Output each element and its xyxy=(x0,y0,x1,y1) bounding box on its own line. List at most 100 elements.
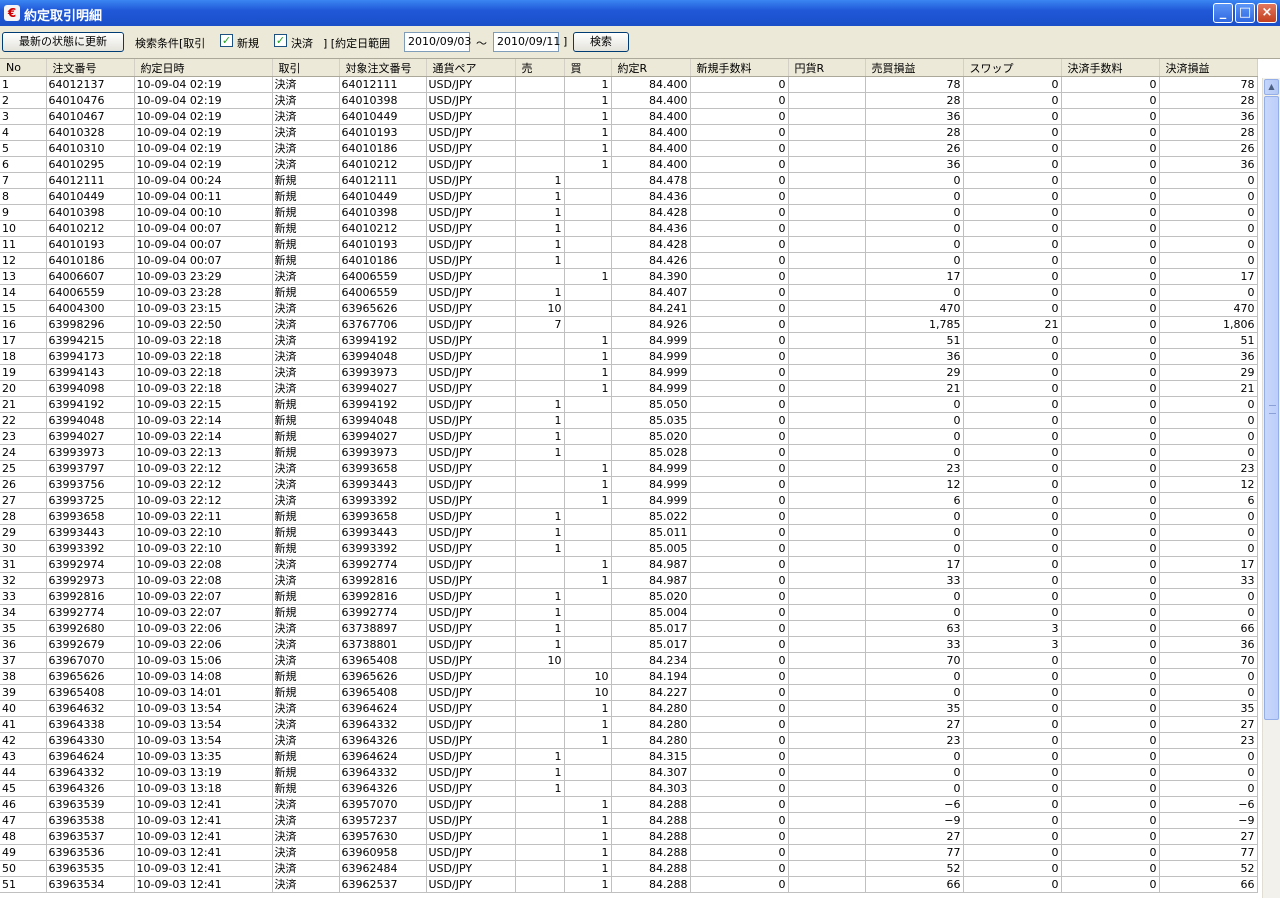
table-row[interactable]: 14 64006559 10-09-03 23:28 新規 64006559 USD/JP… xyxy=(0,284,1258,301)
new-checkbox[interactable]: ✓ xyxy=(220,34,233,47)
table-row[interactable]: 2 64010476 10-09-04 02:19 決済 64010398 USD/JPY… xyxy=(0,92,1258,109)
table-row[interactable]: 16 63998296 10-09-03 22:50 決済 63767706 USD/JP… xyxy=(0,316,1258,333)
column-header[interactable]: 売 xyxy=(515,59,565,77)
column-header[interactable]: 売買損益 xyxy=(865,59,964,77)
table-cell: 29 xyxy=(865,364,964,381)
table-cell: 0 xyxy=(865,780,964,797)
date-to-field[interactable]: 2010/09/11 xyxy=(493,32,560,52)
table-row[interactable]: 49 63963536 10-09-03 12:41 決済 63960958 USD/JP… xyxy=(0,844,1258,861)
table-cell: 1 xyxy=(564,796,612,813)
table-row[interactable]: 29 63993443 10-09-03 22:10 新規 63993443 USD/JP… xyxy=(0,524,1258,541)
table-row[interactable]: 13 64006607 10-09-03 23:29 決済 64006559 USD/JP… xyxy=(0,268,1258,285)
table-row[interactable]: 3 64010467 10-09-04 02:19 決済 64010449 USD/JPY… xyxy=(0,108,1258,125)
scroll-thumb[interactable] xyxy=(1264,96,1279,720)
table-row[interactable]: 25 63993797 10-09-03 22:12 決済 63993658 USD/JP… xyxy=(0,460,1258,477)
close-button[interactable]: × xyxy=(1257,3,1277,23)
column-header[interactable]: 通貨ペア xyxy=(426,59,516,77)
settle-checkbox[interactable]: ✓ xyxy=(274,34,287,47)
table-row[interactable]: 30 63993392 10-09-03 22:10 新規 63993392 USD/JP… xyxy=(0,540,1258,557)
column-header[interactable]: 注文番号 xyxy=(46,59,135,77)
table-row[interactable]: 9 64010398 10-09-04 00:10 新規 64010398 USD/JPY… xyxy=(0,204,1258,221)
table-cell: 21 xyxy=(865,380,964,397)
table-row[interactable]: 17 63994215 10-09-03 22:18 決済 63994192 USD/JP… xyxy=(0,332,1258,349)
table-row[interactable]: 10 64010212 10-09-04 00:07 新規 64010212 USD/JP… xyxy=(0,220,1258,237)
title-bar[interactable]: € 約定取引明細 _ □ × xyxy=(0,0,1280,26)
table-cell: 0 xyxy=(865,508,964,525)
table-row[interactable]: 48 63963537 10-09-03 12:41 決済 63957630 USD/JP… xyxy=(0,828,1258,845)
table-row[interactable]: 18 63994173 10-09-03 22:18 決済 63994048 USD/JP… xyxy=(0,348,1258,365)
table-row[interactable]: 6 64010295 10-09-04 02:19 決済 64010212 USD/JPY… xyxy=(0,156,1258,173)
table-row[interactable]: 21 63994192 10-09-03 22:15 新規 63994192 USD/JP… xyxy=(0,396,1258,413)
table-row[interactable]: 4 64010328 10-09-04 02:19 決済 64010193 USD/JPY… xyxy=(0,124,1258,141)
table-cell: 10-09-03 22:12 xyxy=(134,476,273,493)
column-header[interactable]: 対象注文番号 xyxy=(339,59,427,77)
scroll-up-icon[interactable]: ▲ xyxy=(1264,79,1279,95)
table-row[interactable]: 11 64010193 10-09-04 00:07 新規 64010193 USD/JP… xyxy=(0,236,1258,253)
table-row[interactable]: 40 63964632 10-09-03 13:54 決済 63964624 USD/JP… xyxy=(0,700,1258,717)
date-from-field[interactable]: 2010/09/03 xyxy=(404,32,471,52)
table-row[interactable]: 33 63992816 10-09-03 22:07 新規 63992816 USD/JP… xyxy=(0,588,1258,605)
table-row[interactable]: 31 63992974 10-09-03 22:08 決済 63992774 USD/JP… xyxy=(0,556,1258,573)
table-row[interactable]: 23 63994027 10-09-03 22:14 新規 63994027 USD/JP… xyxy=(0,428,1258,445)
table-cell: 63992816 xyxy=(46,588,135,605)
table-row[interactable]: 34 63992774 10-09-03 22:07 新規 63992774 USD/JP… xyxy=(0,604,1258,621)
table-row[interactable]: 19 63994143 10-09-03 22:18 決済 63993973 USD/JP… xyxy=(0,364,1258,381)
table-row[interactable]: 38 63965626 10-09-03 14:08 新規 63965626 USD/JP… xyxy=(0,668,1258,685)
table-cell xyxy=(788,284,866,301)
maximize-button[interactable]: □ xyxy=(1235,3,1255,23)
column-header[interactable]: 約定日時 xyxy=(134,59,273,77)
table-row[interactable]: 26 63993756 10-09-03 22:12 決済 63993443 USD/JP… xyxy=(0,476,1258,493)
table-row[interactable]: 39 63965408 10-09-03 14:01 新規 63965408 USD/JP… xyxy=(0,684,1258,701)
table-cell: 28 xyxy=(865,92,964,109)
table-cell: 36 xyxy=(1159,108,1258,125)
table-cell: 64010449 xyxy=(339,188,427,205)
minimize-button[interactable]: _ xyxy=(1213,3,1233,23)
vertical-scrollbar[interactable]: ▲ xyxy=(1262,78,1280,898)
column-header[interactable]: No xyxy=(0,59,47,77)
table-row[interactable]: 27 63993725 10-09-03 22:12 決済 63993392 USD/JP… xyxy=(0,492,1258,509)
table-row[interactable]: 51 63963534 10-09-03 12:41 決済 63962537 USD/JP… xyxy=(0,876,1258,893)
table-row[interactable]: 41 63964338 10-09-03 13:54 決済 63964332 USD/JP… xyxy=(0,716,1258,733)
refresh-button[interactable]: 最新の状態に更新 xyxy=(2,32,124,52)
column-header[interactable]: 買 xyxy=(564,59,612,77)
column-header[interactable]: スワップ xyxy=(963,59,1062,77)
table-cell: 63964332 xyxy=(339,716,427,733)
column-header[interactable]: 決済手数料 xyxy=(1061,59,1160,77)
table-row[interactable]: 28 63993658 10-09-03 22:11 新規 63993658 USD/JP… xyxy=(0,508,1258,525)
column-header[interactable]: 決済損益 xyxy=(1159,59,1258,77)
column-header[interactable]: 新規手数料 xyxy=(690,59,789,77)
table-row[interactable]: 37 63967070 10-09-03 15:06 決済 63965408 USD/JP… xyxy=(0,652,1258,669)
table-cell: 16 xyxy=(0,316,47,333)
table-row[interactable]: 43 63964624 10-09-03 13:35 新規 63964624 USD/JP… xyxy=(0,748,1258,765)
table-row[interactable]: 32 63992973 10-09-03 22:08 決済 63992816 USD/JP… xyxy=(0,572,1258,589)
table-row[interactable]: 50 63963535 10-09-03 12:41 決済 63962484 USD/JP… xyxy=(0,860,1258,877)
table-row[interactable]: 8 64010449 10-09-04 00:11 新規 64010449 USD/JPY… xyxy=(0,188,1258,205)
table-row[interactable]: 36 63992679 10-09-03 22:06 決済 63738801 USD/JP… xyxy=(0,636,1258,653)
table-cell: 1 xyxy=(564,140,612,157)
table-cell: 0 xyxy=(963,460,1062,477)
table-row[interactable]: 22 63994048 10-09-03 22:14 新規 63994048 USD/JP… xyxy=(0,412,1258,429)
column-header[interactable]: 約定R xyxy=(611,59,691,77)
table-row[interactable]: 5 64010310 10-09-04 02:19 決済 64010186 USD/JPY… xyxy=(0,140,1258,157)
table-row[interactable]: 7 64012111 10-09-04 00:24 新規 64012111 USD/JPY… xyxy=(0,172,1258,189)
table-row[interactable]: 45 63964326 10-09-03 13:18 新規 63964326 USD/JP… xyxy=(0,780,1258,797)
table-cell: 36 xyxy=(865,348,964,365)
table-cell: 0 xyxy=(963,156,1062,173)
table-row[interactable]: 12 64010186 10-09-04 00:07 新規 64010186 USD/JP… xyxy=(0,252,1258,269)
table-row[interactable]: 42 63964330 10-09-03 13:54 決済 63964326 USD/JP… xyxy=(0,732,1258,749)
table-row[interactable]: 1 64012137 10-09-04 02:19 決済 64012111 USD/JPY… xyxy=(0,76,1258,93)
table-row[interactable]: 47 63963538 10-09-03 12:41 決済 63957237 USD/JP… xyxy=(0,812,1258,829)
table-row[interactable]: 20 63994098 10-09-03 22:18 決済 63994027 USD/JP… xyxy=(0,380,1258,397)
table-cell: 63994098 xyxy=(46,380,135,397)
trade-grid[interactable]: No 注文番号 約定日時 取引 対象注文番号 通貨ペア売買約定R 新規手数料 円貨R 売買損益ス… xyxy=(0,58,1280,899)
table-row[interactable]: 44 63964332 10-09-03 13:19 新規 63964332 USD/JP… xyxy=(0,764,1258,781)
search-button[interactable]: 検索 xyxy=(573,32,629,52)
column-header[interactable]: 円貨R xyxy=(788,59,866,77)
table-cell: 0 xyxy=(1061,188,1160,205)
table-row[interactable]: 24 63993973 10-09-03 22:13 新規 63993973 USD/JP… xyxy=(0,444,1258,461)
column-header[interactable]: 取引 xyxy=(272,59,340,77)
table-cell: 4 xyxy=(0,124,47,141)
table-row[interactable]: 46 63963539 10-09-03 12:41 決済 63957070 USD/JP… xyxy=(0,796,1258,813)
table-row[interactable]: 35 63992680 10-09-03 22:06 決済 63738897 USD/JP… xyxy=(0,620,1258,637)
table-row[interactable]: 15 64004300 10-09-03 23:15 決済 63965626 USD/JP… xyxy=(0,300,1258,317)
